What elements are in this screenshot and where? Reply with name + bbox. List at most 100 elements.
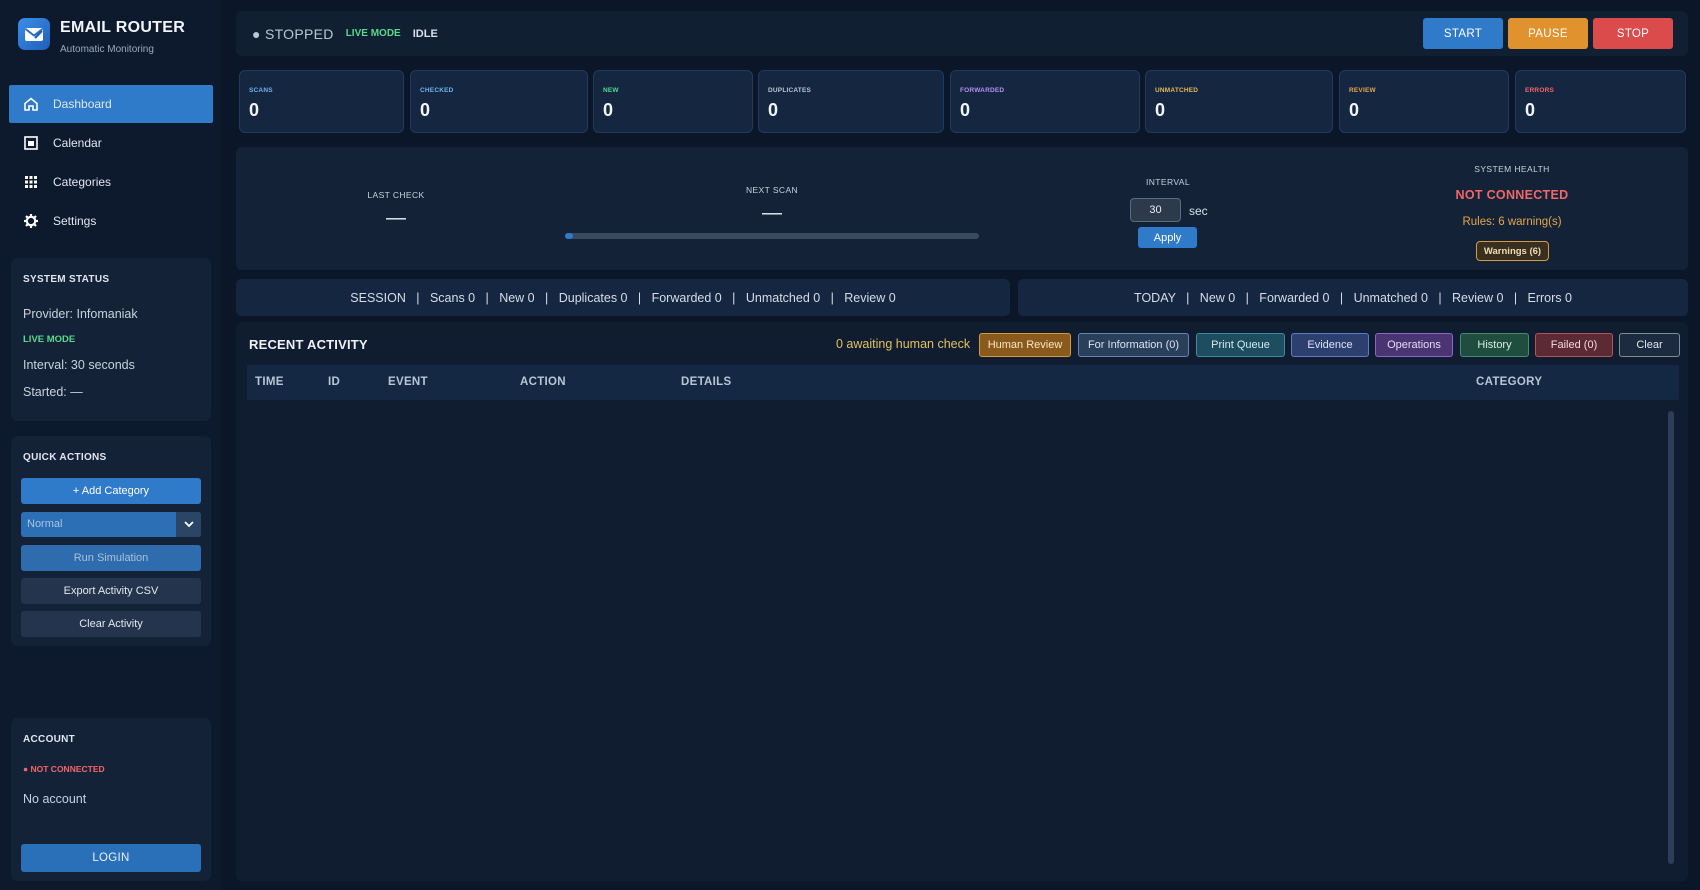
system-health-label: SYSTEM HEALTH	[1474, 164, 1550, 174]
filter-history-button[interactable]: History	[1460, 333, 1529, 357]
run-status-group: ● STOPPED LIVE MODE IDLE	[252, 11, 438, 56]
live-mode-badge: LIVE MODE	[23, 334, 76, 345]
live-mode-indicator: LIVE MODE	[345, 28, 401, 39]
topbar: ● STOPPED LIVE MODE IDLE START PAUSE STO…	[236, 11, 1688, 56]
interval-label: INTERVAL	[1146, 177, 1190, 187]
quick-actions-title: QUICK ACTIONS	[23, 452, 107, 463]
mode-select[interactable]: Normal	[21, 512, 201, 537]
stat-card-scans: SCANS 0	[239, 70, 404, 133]
stat-value: 0	[249, 100, 260, 120]
stat-card-forwarded: FORWARDED 0	[950, 70, 1140, 133]
calendar-icon	[23, 135, 39, 151]
sidebar-item-label: Calendar	[53, 136, 102, 150]
stat-label: SCANS	[249, 87, 273, 94]
clear-filter-button[interactable]: Clear	[1619, 333, 1680, 357]
filter-for-information-button[interactable]: For Information (0)	[1078, 333, 1189, 357]
start-button[interactable]: START	[1423, 18, 1503, 49]
sidebar-item-categories[interactable]: Categories	[9, 163, 213, 201]
grid-icon	[23, 174, 39, 190]
stat-value: 0	[420, 100, 431, 120]
last-check-value: —	[386, 207, 406, 229]
awaiting-human-check-text: 0 awaiting human check	[836, 337, 971, 351]
filter-human-review-button[interactable]: Human Review	[979, 333, 1071, 357]
interval-text: Interval: 30 seconds	[23, 358, 135, 372]
account-panel: ACCOUNT ● NOT CONNECTED No account LOGIN	[11, 718, 211, 881]
sidebar-item-label: Dashboard	[53, 97, 112, 111]
interval-unit: sec	[1189, 204, 1208, 218]
gear-icon	[23, 213, 39, 229]
session-summary: SESSION | Scans 0 | New 0 | Duplicates 0…	[236, 279, 1010, 316]
provider-text: Provider: Infomaniak	[23, 307, 138, 321]
filter-print-queue-button[interactable]: Print Queue	[1196, 333, 1285, 357]
column-time: TIME	[255, 376, 284, 388]
system-status-title: SYSTEM STATUS	[23, 274, 110, 285]
next-scan-progress-fill	[565, 233, 574, 239]
run-simulation-button[interactable]: Run Simulation	[21, 545, 201, 571]
column-id: ID	[328, 376, 341, 388]
last-check-label: LAST CHECK	[367, 190, 425, 200]
column-category: CATEGORY	[1476, 376, 1543, 388]
stat-label: NEW	[603, 87, 619, 94]
sidebar-nav: Dashboard Calendar Categories Settings	[9, 85, 213, 241]
account-status-badge: ● NOT CONNECTED	[23, 764, 105, 774]
export-activity-csv-button[interactable]: Export Activity CSV	[21, 578, 201, 604]
column-details: DETAILS	[681, 376, 732, 388]
app-title: EMAIL ROUTER	[60, 19, 186, 36]
envelope-logo-icon	[18, 18, 50, 50]
today-summary: TODAY | New 0 | Forwarded 0 | Unmatched …	[1018, 279, 1688, 316]
warnings-button[interactable]: Warnings (6)	[1476, 241, 1549, 261]
interval-input[interactable]: 30	[1130, 198, 1181, 222]
quick-actions-panel: QUICK ACTIONS + Add Category Normal Run …	[11, 436, 211, 646]
next-scan-value: —	[762, 202, 782, 224]
login-button[interactable]: LOGIN	[21, 844, 201, 872]
stat-value: 0	[960, 100, 971, 120]
filter-operations-button[interactable]: Operations	[1375, 333, 1453, 357]
stat-card-new: NEW 0	[593, 70, 753, 133]
home-icon	[23, 96, 39, 112]
activity-table-header: TIME ID EVENT ACTION DETAILS CATEGORY	[247, 365, 1679, 400]
scan-info-panel: LAST CHECK — NEXT SCAN — INTERVAL 30 sec…	[236, 147, 1688, 270]
mode-select-value: Normal	[27, 518, 63, 530]
stat-value: 0	[1525, 100, 1536, 120]
next-scan-label: NEXT SCAN	[745, 185, 799, 195]
stat-card-checked: CHECKED 0	[410, 70, 588, 133]
sidebar: EMAIL ROUTER Automatic Monitoring Dashbo…	[0, 0, 222, 890]
filter-evidence-button[interactable]: Evidence	[1291, 333, 1369, 357]
chevron-down-icon	[176, 512, 201, 537]
recent-activity-title: RECENT ACTIVITY	[249, 337, 368, 352]
recent-activity-panel: RECENT ACTIVITY 0 awaiting human check H…	[236, 322, 1688, 881]
run-status: ● STOPPED	[252, 25, 334, 42]
account-name: No account	[23, 792, 87, 806]
stat-card-unmatched: UNMATCHED 0	[1145, 70, 1333, 133]
filter-failed-button[interactable]: Failed (0)	[1535, 333, 1613, 357]
brand: EMAIL ROUTER Automatic Monitoring	[18, 18, 185, 55]
idle-indicator: IDLE	[412, 27, 438, 40]
add-category-button[interactable]: + Add Category	[21, 478, 201, 504]
stat-label: REVIEW	[1349, 87, 1376, 94]
stat-label: CHECKED	[420, 87, 454, 94]
apply-interval-button[interactable]: Apply	[1138, 227, 1197, 248]
next-scan-progress	[565, 233, 979, 239]
sidebar-item-settings[interactable]: Settings	[9, 202, 213, 240]
stat-value: 0	[1349, 100, 1360, 120]
stat-card-review: REVIEW 0	[1339, 70, 1509, 133]
sidebar-item-dashboard[interactable]: Dashboard	[9, 85, 213, 123]
system-health-value: NOT CONNECTED	[1455, 188, 1569, 202]
stat-value: 0	[603, 100, 614, 120]
clear-activity-button[interactable]: Clear Activity	[21, 611, 201, 637]
stat-card-duplicates: DUPLICATES 0	[758, 70, 944, 133]
stat-value: 0	[768, 100, 779, 120]
sidebar-item-calendar[interactable]: Calendar	[9, 124, 213, 162]
activity-scrollbar[interactable]	[1668, 411, 1674, 864]
stop-button[interactable]: STOP	[1593, 18, 1673, 49]
stat-label: FORWARDED	[960, 87, 1005, 94]
column-action: ACTION	[520, 376, 566, 388]
app-subtitle: Automatic Monitoring	[60, 44, 154, 55]
sidebar-item-label: Categories	[53, 175, 112, 189]
stat-value: 0	[1155, 100, 1166, 120]
sidebar-item-label: Settings	[53, 214, 97, 228]
stat-label: ERRORS	[1525, 87, 1555, 94]
pause-button[interactable]: PAUSE	[1508, 18, 1588, 49]
stat-label: DUPLICATES	[768, 87, 812, 94]
stat-label: UNMATCHED	[1155, 87, 1199, 94]
